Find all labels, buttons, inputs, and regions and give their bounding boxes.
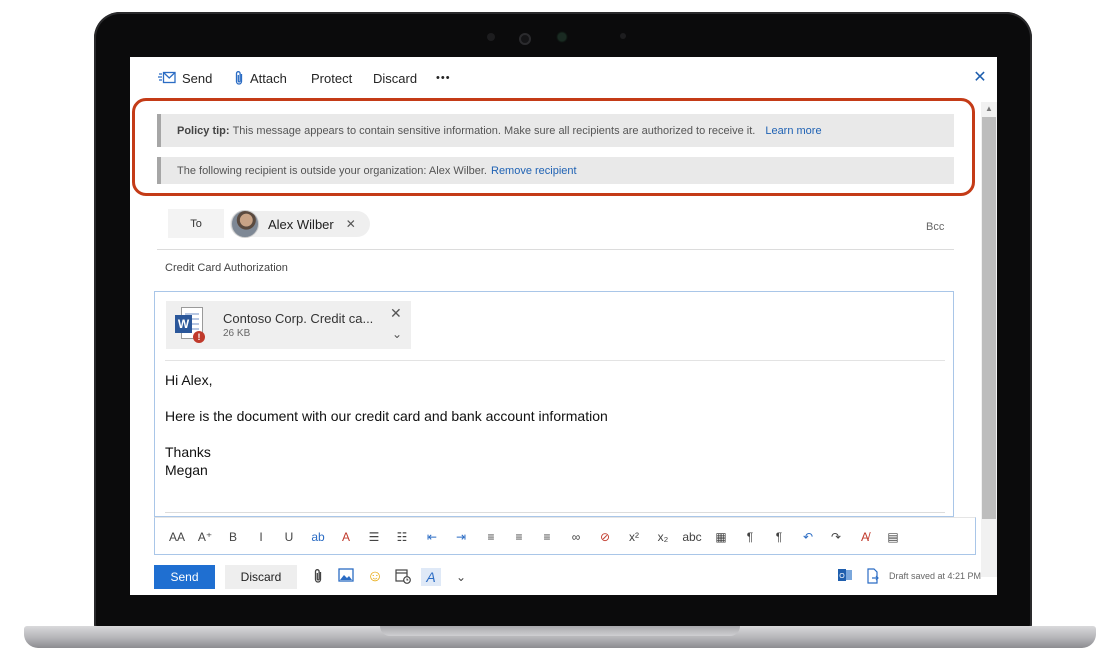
undo-icon[interactable]: ↶ xyxy=(798,528,818,546)
remove-recipient-link[interactable]: Remove recipient xyxy=(491,165,577,177)
increase-indent-icon[interactable]: ⇥ xyxy=(451,528,471,546)
remove-attachment-icon[interactable]: ✕ xyxy=(390,305,402,322)
paperclip-icon xyxy=(234,70,244,86)
message-signature: Megan xyxy=(165,462,208,478)
scroll-up-arrow-icon[interactable]: ▲ xyxy=(981,102,997,116)
underline-icon[interactable]: U xyxy=(279,528,299,546)
message-body-editor[interactable]: W ! Contoso Corp. Credit ca... 26 KB ✕ ⌄… xyxy=(154,291,954,517)
insert-picture-icon[interactable]: ▦ xyxy=(711,528,731,546)
to-button[interactable]: To xyxy=(168,209,224,238)
remove-recipient-icon[interactable]: ✕ xyxy=(346,217,356,231)
font-size-icon[interactable]: AA xyxy=(167,528,187,546)
unlink-icon[interactable]: ⊘ xyxy=(595,528,615,546)
redo-icon[interactable]: ↷ xyxy=(826,528,846,546)
policy-tip-label: Policy tip: xyxy=(177,124,230,137)
to-label: To xyxy=(190,217,202,230)
subject-field[interactable]: Credit Card Authorization xyxy=(165,262,288,274)
external-recipient-text: The following recipient is outside your … xyxy=(177,164,487,177)
align-right-icon[interactable]: ≡ xyxy=(537,528,557,546)
protect-toolbar-button[interactable]: Protect xyxy=(311,69,352,87)
divider xyxy=(157,249,954,250)
bold-icon[interactable]: B xyxy=(223,528,243,546)
word-document-icon: W ! xyxy=(175,307,205,343)
close-button[interactable]: ✕ xyxy=(972,67,988,86)
svg-text:O: O xyxy=(839,573,845,580)
attachment-name: Contoso Corp. Credit ca... xyxy=(223,311,374,326)
subscript-icon[interactable]: x₂ xyxy=(653,528,673,546)
send-button[interactable]: Send xyxy=(154,565,215,589)
learn-more-link[interactable]: Learn more xyxy=(765,125,821,137)
message-signoff: Thanks xyxy=(165,444,211,460)
recipient-chip[interactable]: Alex Wilber ✕ xyxy=(230,210,370,238)
clear-format-icon[interactable]: A̸ xyxy=(855,528,875,546)
compose-window: Send Attach Protect Discard ••• ✕ ▲ Poli… xyxy=(130,57,997,595)
policy-tip-sensitive-info: Policy tip: This message appears to cont… xyxy=(157,114,954,147)
divider xyxy=(165,512,945,513)
close-icon: ✕ xyxy=(973,69,987,86)
more-options-button[interactable]: ••• xyxy=(436,69,451,87)
message-greeting: Hi Alex, xyxy=(165,372,213,388)
discard-button[interactable]: Discard xyxy=(225,565,297,589)
draft-status: Draft saved at 4:21 PM xyxy=(889,571,982,581)
calendar-clock-icon[interactable] xyxy=(393,568,413,586)
message-text: Here is the document with our credit car… xyxy=(165,408,608,424)
decrease-indent-icon[interactable]: ⇤ xyxy=(422,528,442,546)
laptop-notch xyxy=(380,626,740,636)
link-icon[interactable]: ∞ xyxy=(566,528,586,546)
send-mail-icon xyxy=(158,71,176,85)
paperclip-icon[interactable] xyxy=(308,568,328,586)
table-icon[interactable]: ▤ xyxy=(883,528,903,546)
align-center-icon[interactable]: ≡ xyxy=(509,528,529,546)
policy-tip-text: This message appears to contain sensitiv… xyxy=(232,124,756,137)
align-left-icon[interactable]: ≡ xyxy=(481,528,501,546)
emoji-icon[interactable]: ☺ xyxy=(365,568,385,586)
grow-font-icon[interactable]: A⁺ xyxy=(195,528,215,546)
bullets-icon[interactable]: ☰ xyxy=(364,528,384,546)
attachment-size: 26 KB xyxy=(223,328,251,339)
discard-label: Discard xyxy=(373,70,418,86)
protect-label: Protect xyxy=(311,70,353,86)
compose-toolbar: Send Attach Protect Discard ••• ✕ xyxy=(130,57,997,97)
page-arrow-icon[interactable] xyxy=(863,568,883,586)
chevron-down-icon[interactable]: ⌄ xyxy=(451,568,471,586)
webcam-led xyxy=(558,33,566,41)
formatting-toolbar: AA A⁺ B I Uab A ☰ ☷ ⇤ ⇥ ≡ ≡ ≡ ∞ ⊘ x² x₂ abc ▦ ¶ ¶ ↶ ↷ A̸ ▤ xyxy=(154,517,976,555)
recipient-name: Alex Wilber xyxy=(268,216,334,232)
strikethrough-icon[interactable]: abc xyxy=(682,528,702,546)
divider xyxy=(165,360,945,361)
send-toolbar-button[interactable]: Send xyxy=(158,69,212,87)
attachment-card[interactable]: W ! Contoso Corp. Credit ca... 26 KB ✕ ⌄ xyxy=(166,301,411,349)
superscript-icon[interactable]: x² xyxy=(624,528,644,546)
bcc-button[interactable]: Bcc xyxy=(926,221,944,233)
ltr-icon[interactable]: ¶ xyxy=(740,528,760,546)
more-icon: ••• xyxy=(436,72,451,84)
insert-image-icon[interactable] xyxy=(336,568,356,586)
avatar xyxy=(231,210,259,238)
italic-icon[interactable]: I xyxy=(251,528,271,546)
highlight-icon[interactable]: ab xyxy=(308,528,328,546)
sensor-dot xyxy=(487,33,495,41)
outlook-icon[interactable]: O xyxy=(835,568,855,586)
font-color-icon[interactable]: A xyxy=(336,528,356,546)
numbering-icon[interactable]: ☷ xyxy=(392,528,412,546)
policy-tip-external-recipient: The following recipient is outside your … xyxy=(157,157,954,184)
attach-toolbar-button[interactable]: Attach xyxy=(234,69,287,87)
chevron-down-icon[interactable]: ⌄ xyxy=(392,327,402,341)
sensor-dot xyxy=(620,33,626,39)
attach-label: Attach xyxy=(250,70,287,86)
webcam xyxy=(519,33,531,45)
discard-toolbar-button[interactable]: Discard xyxy=(373,69,417,87)
rtl-icon[interactable]: ¶ xyxy=(769,528,789,546)
scrollbar-thumb[interactable] xyxy=(982,117,996,519)
send-label: Send xyxy=(182,70,213,86)
signature-icon[interactable]: A xyxy=(421,568,441,586)
sensitive-alert-icon: ! xyxy=(193,331,205,343)
